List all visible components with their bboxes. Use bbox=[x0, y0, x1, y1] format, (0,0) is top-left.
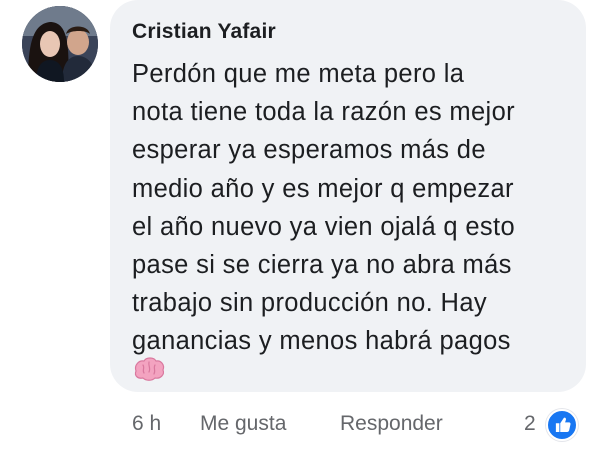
comment-bubble: Cristian Yafair Perdón que me meta pero … bbox=[110, 0, 586, 392]
comment-text: Perdón que me meta pero la nota tiene to… bbox=[132, 60, 515, 356]
reaction-count[interactable]: 2 bbox=[524, 412, 536, 436]
like-button[interactable]: Me gusta bbox=[200, 412, 286, 436]
comment-timestamp[interactable]: 6 h bbox=[132, 412, 161, 436]
profile-photo bbox=[22, 6, 98, 82]
comment-author[interactable]: Cristian Yafair bbox=[132, 20, 276, 44]
reply-button[interactable]: Responder bbox=[340, 412, 443, 436]
avatar[interactable] bbox=[22, 6, 98, 82]
comment-actions: 6 h Me gusta Responder 2 bbox=[0, 404, 600, 444]
thumbs-up-icon[interactable] bbox=[546, 409, 578, 441]
brain-emoji-icon bbox=[132, 356, 166, 382]
